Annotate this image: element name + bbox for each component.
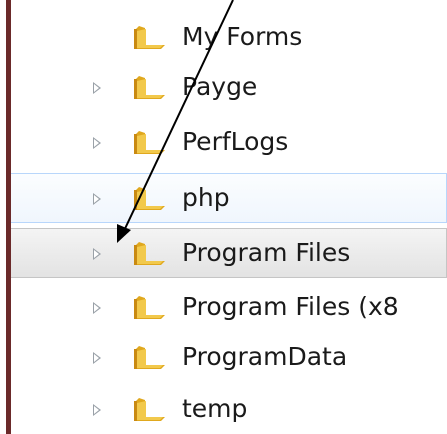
tree-item-label: temp [182,394,248,423]
tree-item-label: My Forms [182,22,303,51]
folder-icon [131,395,167,425]
tree-item-label: php [182,183,230,212]
tree-item-program-files[interactable]: Program Files [11,228,447,278]
folder-icon [131,293,167,323]
folder-icon [131,128,167,158]
tree-item-perflogs[interactable]: PerfLogs [11,118,447,168]
tree-item-php[interactable]: php [11,173,447,223]
folder-icon [131,184,167,214]
folder-icon [131,23,167,53]
folder-icon [131,73,167,103]
expand-arrow-icon[interactable] [93,193,101,205]
tree-item-label: Program Files (x8 [182,292,399,321]
tree-item-program-files-x86[interactable]: Program Files (x8 [11,283,447,333]
tree-item-label: Payge [182,72,258,101]
expand-arrow-icon[interactable] [93,82,101,94]
expand-arrow-icon[interactable] [93,302,101,314]
expand-arrow-icon[interactable] [93,137,101,149]
explorer-tree-screenshot: My Forms Payge PerfLogs php Program File… [0,0,447,434]
expand-arrow-icon[interactable] [93,352,101,364]
expand-arrow-icon[interactable] [93,404,101,416]
tree-item-label: Program Files [182,238,351,267]
tree-item-label: ProgramData [182,342,348,371]
tree-item-temp[interactable]: temp [11,385,447,434]
tree-item-label: PerfLogs [182,127,289,156]
expand-arrow-icon[interactable] [93,248,101,260]
folder-icon [131,239,167,269]
folder-icon [131,343,167,373]
tree-item-payge[interactable]: Payge [11,63,447,113]
tree-item-my-forms[interactable]: My Forms [11,13,447,63]
tree-item-programdata[interactable]: ProgramData [11,333,447,383]
folder-tree: My Forms Payge PerfLogs php Program File… [11,0,447,434]
